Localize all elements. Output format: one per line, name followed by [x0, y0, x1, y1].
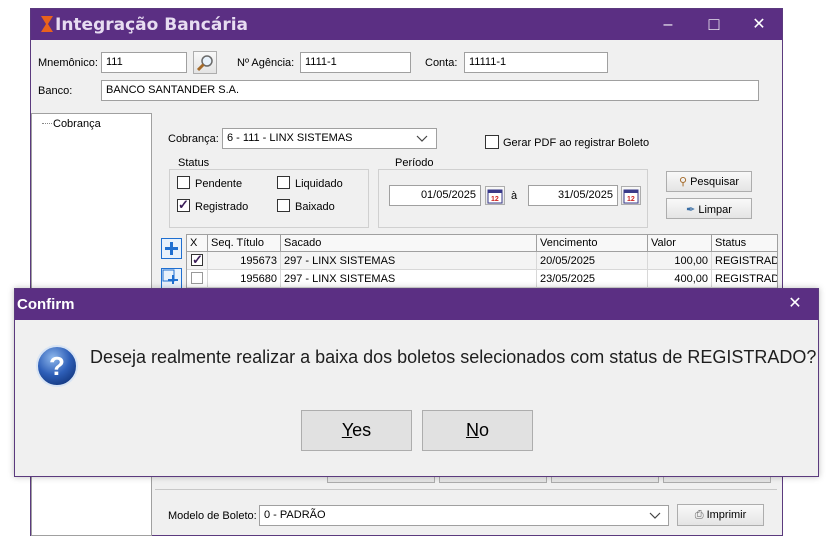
chevron-down-icon — [416, 135, 428, 142]
cell-vencimento: 20/05/2025 — [537, 252, 648, 270]
cobranca-select[interactable]: 6 - 111 - LINX SISTEMAS — [222, 128, 437, 149]
col-header-valor[interactable]: Valor — [648, 235, 712, 252]
mnemonico-field[interactable]: 111 — [101, 52, 187, 73]
cobranca-label: Cobrança: — [168, 133, 219, 145]
question-icon: ? — [36, 345, 78, 387]
modelo-boleto-select[interactable]: 0 - PADRÃO — [259, 505, 669, 526]
window-title: Integração Bancária — [55, 15, 249, 35]
status-liquidado-checkbox[interactable] — [277, 176, 290, 189]
cell-seq: 195680 — [208, 270, 281, 288]
status-pendente-label: Pendente — [195, 178, 243, 190]
confirm-dialog: Confirm ✕ ? Deseja realmente realizar a … — [14, 288, 819, 477]
cell-vencimento: 23/05/2025 — [537, 270, 648, 288]
status-baixado-checkbox[interactable] — [277, 199, 290, 212]
dialog-title-bar[interactable]: Confirm ✕ — [15, 289, 818, 320]
add-row-button[interactable] — [161, 238, 182, 259]
cell-status: REGISTRADO — [712, 252, 777, 270]
agencia-label: Nº Agência: — [237, 57, 295, 69]
add-multiple-button[interactable] — [161, 268, 182, 289]
dialog-message: Deseja realmente realizar a baixa dos bo… — [90, 347, 817, 367]
status-group-title: Status — [175, 157, 213, 169]
yes-label: es — [352, 420, 372, 440]
mnemonico-label: Mnemônico: — [38, 57, 98, 69]
date-from-picker[interactable]: 12 — [485, 186, 505, 205]
add-multiple-icon — [162, 269, 178, 284]
cell-seq: 195673 — [208, 252, 281, 270]
cell-valor: 100,00 — [648, 252, 712, 270]
banco-label: Banco: — [38, 85, 73, 97]
row-checkbox[interactable] — [191, 272, 203, 284]
cobranca-value: 6 - 111 - LINX SISTEMAS — [227, 132, 353, 144]
conta-field[interactable]: 11111-1 — [464, 52, 608, 73]
date-from-field[interactable]: 01/05/2025 — [389, 185, 481, 206]
imprimir-button[interactable]: ⎙ Imprimir — [677, 504, 764, 526]
yes-button[interactable]: Yes — [301, 410, 412, 451]
eraser-icon: ✒ — [686, 204, 696, 216]
status-registrado-label: Registrado — [195, 201, 249, 213]
minimize-button[interactable]: – — [645, 9, 691, 40]
col-header-x[interactable]: X — [187, 235, 208, 252]
calendar-icon: 12 — [623, 189, 639, 204]
status-registrado-checkbox[interactable] — [177, 197, 190, 213]
svg-text:?: ? — [49, 351, 65, 381]
no-button[interactable]: No — [422, 410, 533, 451]
printer-icon: ⎙ — [694, 509, 704, 521]
no-label: o — [478, 420, 489, 440]
chevron-down-icon — [649, 512, 661, 519]
status-baixado-label: Baixado — [295, 201, 335, 213]
periodo-group-title: Período — [392, 157, 437, 169]
date-to-picker[interactable]: 12 — [621, 186, 641, 205]
app-logo-icon — [41, 16, 53, 32]
dialog-title: Confirm — [17, 296, 75, 313]
tree-item-cobranca[interactable]: Cobrança — [53, 118, 101, 130]
limpar-button[interactable]: ✒ Limpar — [666, 198, 752, 219]
cell-status: REGISTRADO — [712, 270, 777, 288]
no-accelerator: N — [465, 420, 479, 440]
status-liquidado-label: Liquidado — [295, 178, 343, 190]
cell-valor: 400,00 — [648, 270, 712, 288]
banco-field[interactable]: BANCO SANTANDER S.A. — [101, 80, 759, 101]
magnifier-icon — [196, 55, 213, 72]
col-header-status[interactable]: Status — [712, 235, 777, 252]
gerar-pdf-checkbox[interactable] — [485, 135, 499, 149]
gerar-pdf-label: Gerar PDF ao registrar Boleto — [503, 137, 650, 149]
pesquisar-label: Pesquisar — [690, 176, 740, 188]
modelo-boleto-label: Modelo de Boleto: — [168, 510, 257, 522]
pesquisar-button[interactable]: ⚲ Pesquisar — [666, 171, 752, 192]
date-to-field[interactable]: 31/05/2025 — [528, 185, 618, 206]
boletos-grid: X Seq. Título Sacado Vencimento Valor St… — [186, 234, 778, 294]
status-pendente-checkbox[interactable] — [177, 176, 190, 189]
svg-text:12: 12 — [627, 196, 635, 203]
tree-connector — [42, 123, 52, 124]
col-header-sacado[interactable]: Sacado — [281, 235, 537, 252]
cell-sacado: 297 - LINX SISTEMAS — [281, 270, 537, 288]
svg-text:12: 12 — [491, 196, 499, 203]
table-row[interactable] — [187, 270, 208, 288]
limpar-label: Limpar — [698, 204, 732, 216]
col-header-seq[interactable]: Seq. Título — [208, 235, 281, 252]
conta-label: Conta: — [425, 57, 458, 69]
agencia-field[interactable]: 1111-1 — [300, 52, 411, 73]
table-row[interactable] — [187, 252, 208, 270]
col-header-vencimento[interactable]: Vencimento — [537, 235, 648, 252]
magnifier-icon: ⚲ — [678, 176, 688, 188]
maximize-button[interactable]: □ — [691, 9, 737, 40]
row-checkbox[interactable] — [191, 252, 203, 268]
yes-accelerator: Y — [341, 420, 353, 440]
calendar-icon: 12 — [487, 189, 503, 204]
title-bar[interactable]: Integração Bancária – □ ✕ — [31, 9, 782, 40]
footer-divider — [155, 489, 777, 490]
search-mnemonico-button[interactable] — [193, 51, 217, 74]
plus-icon — [165, 242, 178, 255]
dialog-close-button[interactable]: ✕ — [783, 293, 807, 317]
modelo-boleto-value: 0 - PADRÃO — [264, 509, 326, 521]
close-button[interactable]: ✕ — [736, 9, 782, 40]
cell-sacado: 297 - LINX SISTEMAS — [281, 252, 537, 270]
imprimir-label: Imprimir — [706, 509, 747, 521]
date-separator: à — [511, 190, 518, 202]
